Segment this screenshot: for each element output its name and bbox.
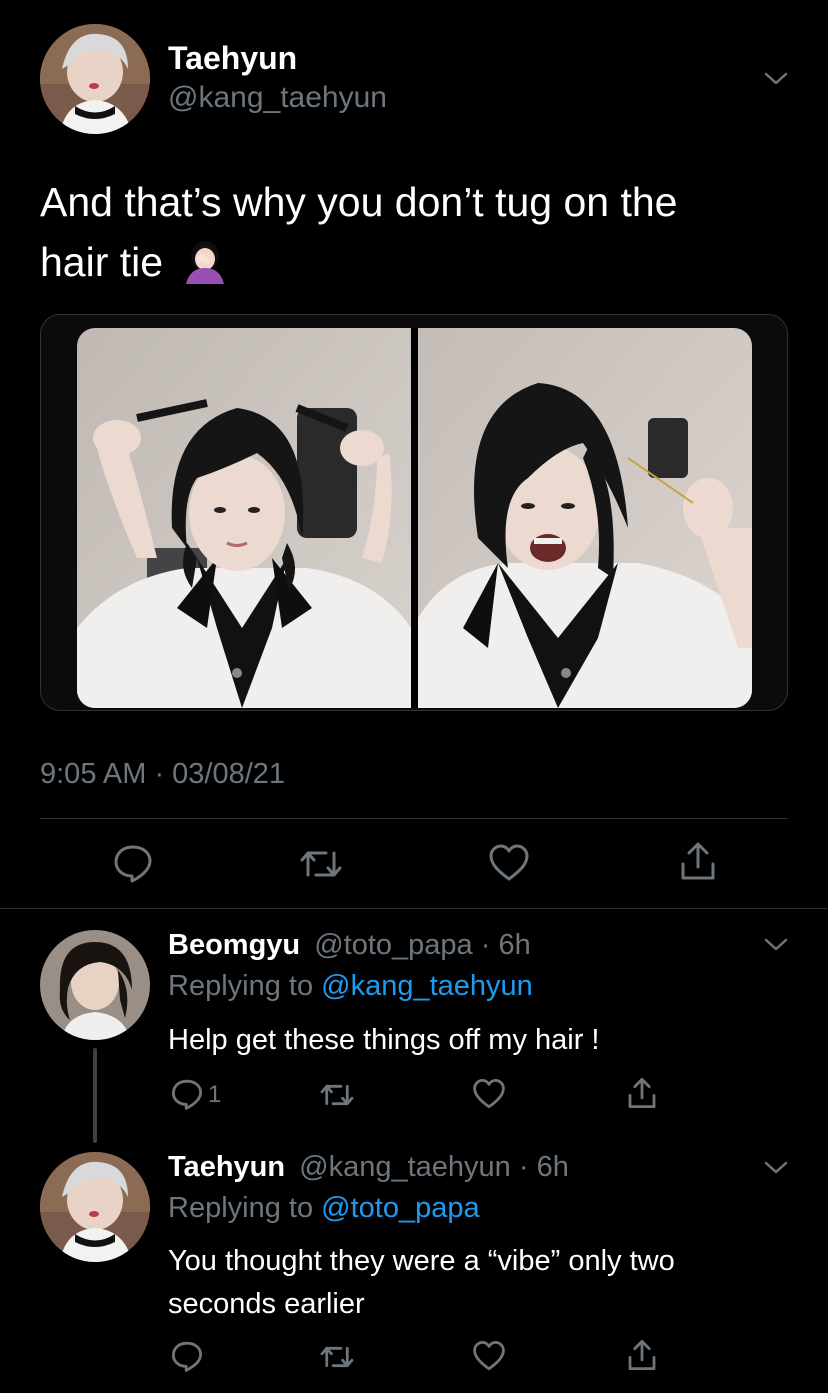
reply-time[interactable]: 6h [498, 929, 530, 961]
replying-to-label: Replying to [168, 970, 314, 1002]
like-icon[interactable] [472, 1340, 506, 1372]
separator-dot: · [480, 929, 491, 961]
reply-text-line: seconds earlier [168, 1288, 365, 1320]
replying-to-label: Replying to [168, 1192, 314, 1224]
share-icon[interactable] [626, 1076, 658, 1110]
separator-dot: · [518, 1151, 529, 1183]
tweet-timestamp[interactable]: 9:05 AM · 03/08/21 [40, 756, 285, 792]
chevron-down-icon[interactable] [762, 66, 790, 90]
replying-to-link[interactable]: @toto_papa [321, 1192, 479, 1224]
reply-icon[interactable] [170, 1078, 204, 1110]
replying-to: Replying to @kang_taehyun [168, 968, 533, 1004]
divider [0, 908, 828, 909]
reply-avatar[interactable] [40, 930, 150, 1040]
like-icon[interactable] [488, 843, 530, 883]
author-avatar[interactable] [40, 24, 150, 134]
tweet-text-fragment: hair tie [40, 239, 164, 285]
share-icon[interactable] [626, 1338, 658, 1372]
chevron-down-icon[interactable] [762, 932, 790, 956]
reply-icon[interactable] [112, 843, 154, 883]
chevron-down-icon[interactable] [762, 1155, 790, 1179]
divider [40, 818, 788, 819]
media-container[interactable] [40, 314, 788, 711]
reply-text: You thought they were a “vibe” only two … [168, 1240, 675, 1326]
reply-header: Beomgyu @toto_papa · 6h [168, 927, 531, 963]
retweet-icon[interactable] [318, 1080, 356, 1110]
reply-icon[interactable] [170, 1340, 204, 1372]
tweet-text-line: And that’s why you don’t tug on the [40, 179, 678, 225]
retweet-icon[interactable] [298, 845, 344, 883]
replying-to-link[interactable]: @kang_taehyun [321, 970, 533, 1002]
replying-to: Replying to @toto_papa [168, 1190, 480, 1226]
reply-author-name[interactable]: Beomgyu [168, 929, 300, 961]
reply-author-handle[interactable]: @kang_taehyun [299, 1151, 511, 1183]
tweet-text-line: hair tie [40, 232, 677, 292]
share-icon[interactable] [678, 840, 718, 882]
like-icon[interactable] [472, 1078, 506, 1110]
reply-time[interactable]: 6h [537, 1151, 569, 1183]
reply-count: 1 [208, 1081, 222, 1108]
reply-author-handle[interactable]: @toto_papa [314, 929, 472, 961]
thread-connector [93, 1048, 97, 1143]
reply-text-line: You thought they were a “vibe” only two [168, 1245, 675, 1277]
tweet-photo-1[interactable] [77, 328, 411, 708]
facepalm-emoji [180, 236, 230, 284]
tweet-photo-2[interactable] [418, 328, 752, 708]
reply-text-line: Help get these things off my hair ! [168, 1024, 600, 1056]
photo-gap [411, 328, 418, 708]
reply-header: Taehyun @kang_taehyun · 6h [168, 1149, 569, 1185]
author-name[interactable]: Taehyun [168, 40, 297, 76]
author-handle[interactable]: @kang_taehyun [168, 80, 387, 116]
tweet-text: And that’s why you don’t tug on the hair… [40, 172, 677, 292]
reply-author-name[interactable]: Taehyun [168, 1151, 285, 1183]
retweet-icon[interactable] [318, 1342, 356, 1372]
reply-avatar[interactable] [40, 1152, 150, 1262]
reply-text: Help get these things off my hair ! [168, 1019, 599, 1061]
